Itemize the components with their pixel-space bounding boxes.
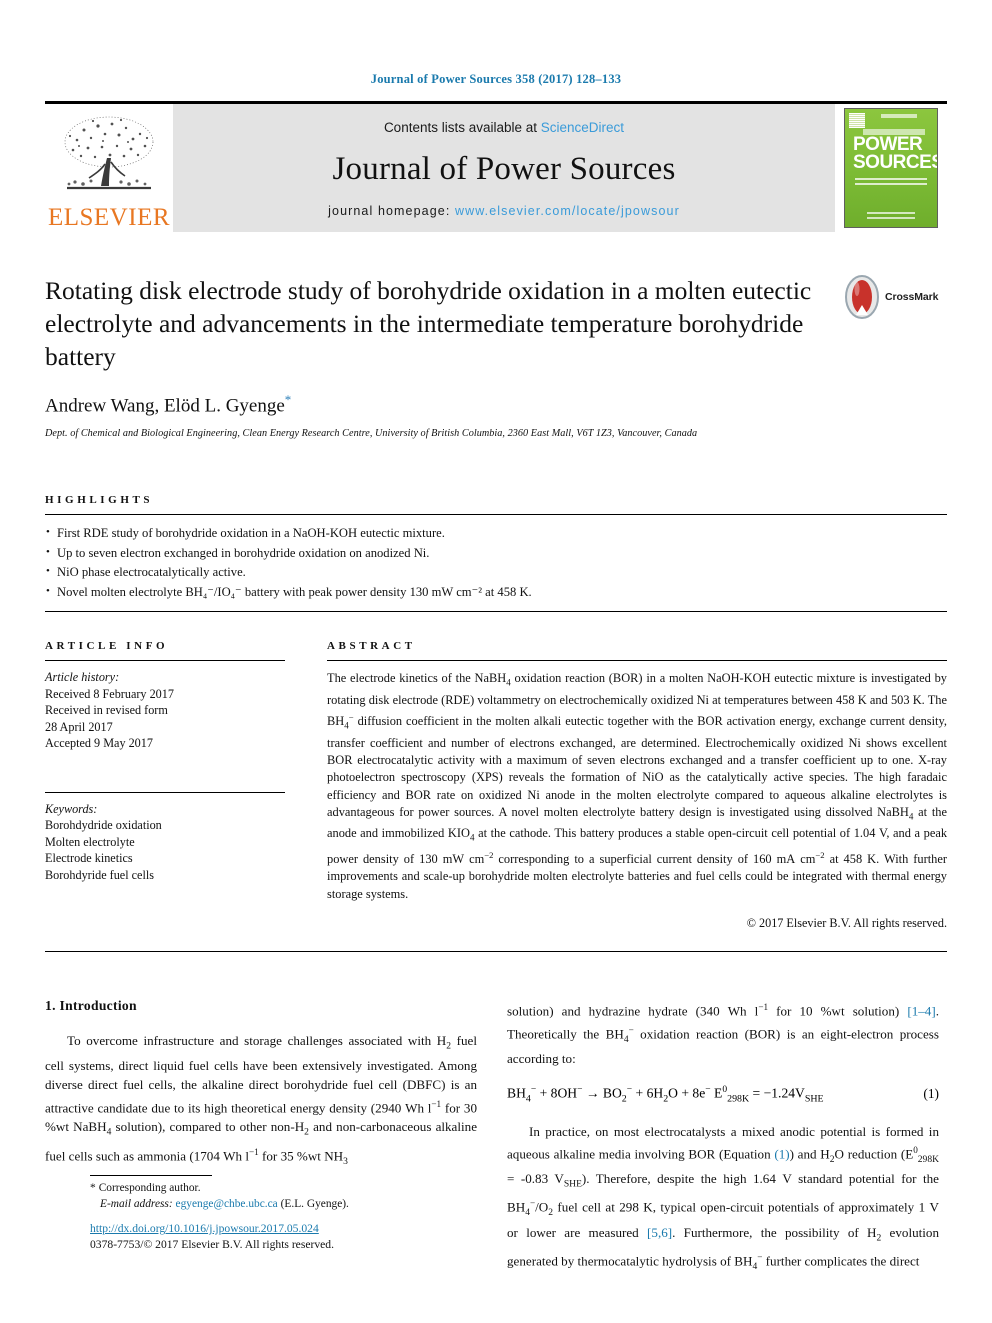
footnote-corresponding: * Corresponding author.	[90, 1181, 522, 1197]
equation-1-body: BH4− + 8OH− → BO2− + 6H2O + 8e− E0298K =…	[507, 1085, 824, 1105]
article-info-rule	[45, 660, 285, 662]
highlights-bottom-rule	[45, 611, 947, 613]
abstract-label: ABSTRACT	[327, 640, 416, 653]
list-item: First RDE study of borohydride oxidation…	[45, 523, 947, 544]
cover-title-line2: SOURCES	[853, 152, 938, 173]
crossmark-label: CrossMark	[885, 291, 939, 303]
article-info-label: ARTICLE INFO	[45, 640, 169, 653]
author-list: Andrew Wang, Elöd L. Gyenge*	[45, 392, 947, 417]
cover-title-line1: POWER	[853, 134, 923, 155]
abstract-column: ABSTRACT The electrode kinetics of the N…	[327, 640, 947, 931]
corresponding-author-footnote: * Corresponding author. E-mail address: e…	[90, 1175, 522, 1212]
body-column-right: solution) and hydrazine hydrate (340 Wh …	[507, 998, 939, 1276]
citation-5-6[interactable]: [5,6]	[647, 1225, 672, 1240]
history-line: Accepted 9 May 2017	[45, 736, 153, 751]
authors-names: Andrew Wang, Elöd L. Gyenge	[45, 395, 285, 417]
cover-elsevier-mark	[849, 113, 865, 128]
citation-1-4[interactable]: [1–4]	[907, 1003, 935, 1018]
journal-homepage-line: journal homepage: www.elsevier.com/locat…	[328, 204, 680, 218]
history-line: Received in revised form	[45, 703, 168, 718]
keyword-item: Borohdyride fuel cells	[45, 867, 154, 882]
equation-1-row: BH4− + 8OH− → BO2− + 6H2O + 8e− E0298K =…	[507, 1085, 939, 1104]
sciencedirect-link[interactable]: ScienceDirect	[541, 120, 624, 135]
masthead-center: Contents lists available at ScienceDirec…	[173, 104, 835, 232]
corresponding-author-marker: *	[284, 392, 292, 407]
journal-title: Journal of Power Sources	[332, 151, 676, 187]
history-line: Received 8 February 2017	[45, 686, 174, 701]
article-info-column: ARTICLE INFO Article history: Received 8…	[45, 640, 285, 931]
keyword-item: Borohdydride oxidation	[45, 818, 162, 833]
keywords-block: Keywords: Borohdydride oxidation Molten …	[45, 801, 285, 884]
email-owner: (E.L. Gyenge).	[280, 1197, 349, 1210]
history-line: 28 April 2017	[45, 719, 113, 734]
elsevier-tree-icon	[64, 116, 154, 190]
footnote-star: *	[90, 1182, 96, 1195]
list-item: NiO phase electrocatalytically active.	[45, 562, 947, 583]
paper-page: Journal of Power Sources 358 (2017) 128–…	[0, 0, 992, 1323]
highlights-label: HIGHLIGHTS	[45, 494, 154, 507]
cover-image: POWER SOURCES	[844, 108, 938, 228]
elsevier-logo: ELSEVIER	[45, 104, 173, 232]
article-history-heading: Article history:	[45, 670, 120, 685]
intro-paragraph-2: In practice, on most electrocatalysts a …	[507, 1123, 940, 1272]
contents-lists-line: Contents lists available at ScienceDirec…	[384, 120, 624, 135]
body-columns: 1. Introduction To overcome infrastructu…	[45, 998, 947, 1276]
cover-footer-lines	[867, 210, 915, 219]
keywords-heading: Keywords:	[45, 801, 98, 816]
footnote-email-line: E-mail address: egyenge@chbe.ubc.ca (E.L…	[90, 1197, 522, 1213]
running-head: Journal of Power Sources 358 (2017) 128–…	[370, 72, 622, 86]
abstract-rule	[327, 660, 947, 662]
abstract-text: The electrode kinetics of the NaBH4 oxid…	[327, 671, 948, 901]
crossmark-badge[interactable]: CrossMark	[843, 274, 947, 320]
highlights-list: First RDE study of borohydride oxidation…	[45, 515, 947, 611]
keyword-item: Molten electrolyte	[45, 834, 135, 849]
title-block: Rotating disk electrode study of borohyd…	[45, 274, 947, 439]
keywords-rule	[45, 791, 285, 793]
equation-1-number: (1)	[923, 1085, 939, 1101]
cover-top-text	[881, 114, 917, 118]
elsevier-wordmark: ELSEVIER	[47, 204, 171, 231]
article-history: Article history: Received 8 February 201…	[45, 669, 285, 752]
crossmark-icon	[845, 275, 879, 319]
highlights-section: HIGHLIGHTS First RDE study of borohydrid…	[45, 494, 947, 613]
homepage-prefix: journal homepage:	[328, 204, 455, 218]
intro-paragraph-1-right: solution) and hydrazine hydrate (340 Wh …	[507, 1001, 939, 1067]
list-item: Up to seven electron exchanged in borohy…	[45, 543, 947, 564]
journal-cover-thumbnail: POWER SOURCES	[835, 104, 947, 232]
citation-equation-1[interactable]: (1)	[774, 1146, 789, 1161]
footnote-corresponding-text: Corresponding author.	[98, 1182, 201, 1195]
contents-prefix: Contents lists available at	[383, 120, 541, 135]
abstract-end-rule	[45, 950, 947, 952]
list-item: Novel molten electrolyte BH₄⁻/IO₄⁻ batte…	[45, 582, 947, 603]
email-link[interactable]: egyenge@chbe.ubc.ca	[176, 1198, 278, 1210]
info-abstract-row: ARTICLE INFO Article history: Received 8…	[45, 640, 947, 931]
page-title: Rotating disk electrode study of borohyd…	[45, 276, 812, 371]
homepage-url-link[interactable]: www.elsevier.com/locate/jpowsour	[455, 204, 680, 218]
keyword-item: Electrode kinetics	[45, 851, 133, 866]
intro-paragraph-1-left: To overcome infrastructure and storage c…	[45, 1032, 478, 1167]
journal-masthead: ELSEVIER Contents lists available at Sci…	[45, 101, 947, 232]
cover-description-lines	[855, 175, 927, 185]
section-heading-introduction: 1. Introduction	[45, 997, 137, 1013]
affiliation: Dept. of Chemical and Biological Enginee…	[45, 428, 698, 440]
abstract-copyright: © 2017 Elsevier B.V. All rights reserved…	[746, 915, 947, 930]
footnote-rule	[90, 1175, 212, 1177]
body-column-left: 1. Introduction To overcome infrastructu…	[45, 998, 477, 1276]
email-label: E-mail address:	[100, 1197, 173, 1210]
